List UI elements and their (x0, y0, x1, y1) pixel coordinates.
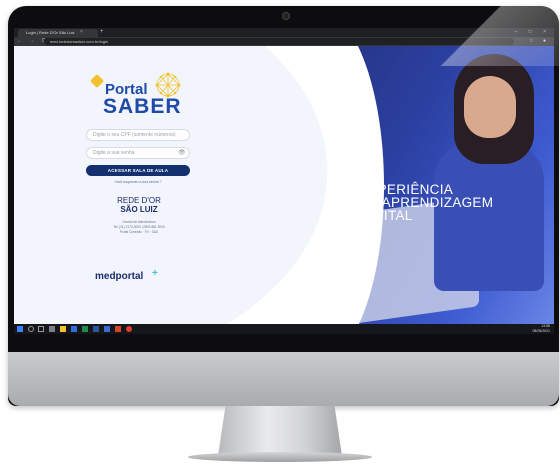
search-icon[interactable] (28, 326, 34, 332)
outlook-icon[interactable] (104, 326, 110, 332)
medportal-logo[interactable]: medportal (95, 271, 143, 282)
show-password-eye-icon[interactable]: 👁 (178, 150, 186, 156)
contact-line-3: Portal Conexão · TH · SAD (119, 230, 159, 234)
file-explorer-icon[interactable] (60, 326, 66, 332)
tab-close-icon[interactable]: × (80, 28, 88, 36)
clock-date: 08/05/2021 (532, 329, 550, 333)
powerpoint-icon[interactable] (115, 326, 121, 332)
monitor-stand-neck (218, 406, 342, 456)
edge-icon[interactable] (71, 326, 77, 332)
taskbar: 13:58 08/05/2021 (14, 324, 554, 334)
screen-glare (420, 6, 559, 66)
web-page: EXPERIÊNCIA DE APRENDIZAGEM DIGITAL Port… (14, 46, 554, 324)
monitor-chin (8, 352, 559, 406)
rede-dor-logo: REDE D'OR (117, 196, 161, 205)
app-icon-1[interactable] (49, 326, 55, 332)
sao-luiz-logo: SÃO LUIZ (120, 205, 158, 214)
chrome-icon[interactable] (126, 326, 132, 332)
contact-info: Central de Atendimento Tel: (21) 2173-30… (84, 220, 194, 235)
logo-saber-text: SABER (103, 95, 182, 118)
tab-title: Login | Rede D'Or São Luiz (26, 30, 75, 35)
hero-headline: EXPERIÊNCIA DE APRENDIZAGEM DIGITAL (359, 183, 493, 223)
forgot-password-link[interactable]: Você esqueceu a sua senha ? (86, 180, 190, 184)
new-tab-button[interactable]: + (100, 28, 108, 37)
start-icon[interactable] (17, 326, 23, 332)
webcam (282, 12, 290, 20)
access-classroom-button[interactable]: ACESSAR SALA DE AULA (86, 165, 190, 176)
clock[interactable]: 13:58 08/05/2021 (532, 324, 550, 334)
student-face-illustration (464, 76, 516, 138)
excel-icon[interactable] (82, 326, 88, 332)
medportal-plus-icon: + (152, 268, 158, 279)
screen: Login | Rede D'Or São Luiz × + – □ × ← →… (14, 28, 554, 334)
monitor-stand-base (188, 452, 372, 462)
cpf-input[interactable]: Digite o seu CPF (somente números) (86, 129, 190, 141)
task-view-icon[interactable] (38, 326, 44, 332)
hero-line-3: DIGITAL (359, 208, 413, 223)
password-input[interactable]: Digite a sua senha (86, 147, 190, 159)
word-icon[interactable] (93, 326, 99, 332)
